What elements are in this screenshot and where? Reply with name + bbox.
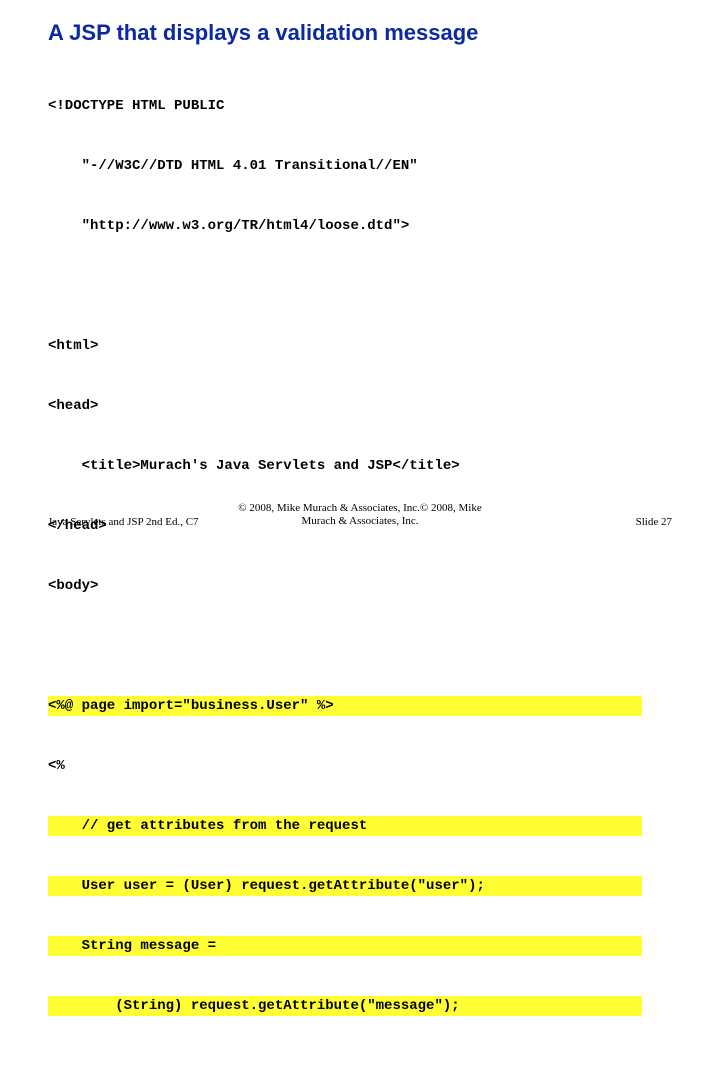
footer: Java Servlets and JSP 2nd Ed., C7 © 2008… [0, 498, 720, 528]
code-line-highlight: String message = [48, 936, 642, 956]
code-line: <% [48, 756, 642, 776]
footer-center-line2: Murach & Associates, Inc. [302, 515, 419, 527]
code-line [48, 1056, 642, 1076]
code-block: <!DOCTYPE HTML PUBLIC "-//W3C//DTD HTML … [48, 56, 642, 1080]
footer-right: Slide 27 [636, 516, 672, 528]
code-line-highlight: (String) request.getAttribute("message")… [48, 996, 642, 1016]
code-line: <head> [48, 396, 642, 416]
code-line-highlight: User user = (User) request.getAttribute(… [48, 876, 642, 896]
footer-center-line1: © 2008, Mike Murach & Associates, Inc.© … [238, 502, 481, 514]
code-line: <!DOCTYPE HTML PUBLIC [48, 96, 642, 116]
code-line: "-//W3C//DTD HTML 4.01 Transitional//EN" [48, 156, 642, 176]
code-line: <html> [48, 336, 642, 356]
code-line [48, 276, 642, 296]
code-line: "http://www.w3.org/TR/html4/loose.dtd"> [48, 216, 642, 236]
code-line [48, 636, 642, 656]
code-line: <title>Murach's Java Servlets and JSP</t… [48, 456, 642, 476]
code-line-highlight: <%@ page import="business.User" %> [48, 696, 642, 716]
slide-title: A JSP that displays a validation message [48, 20, 478, 46]
code-line-highlight: // get attributes from the request [48, 816, 642, 836]
footer-center: © 2008, Mike Murach & Associates, Inc.© … [0, 502, 720, 528]
code-line: <body> [48, 576, 642, 596]
slide: A JSP that displays a validation message… [0, 0, 720, 540]
